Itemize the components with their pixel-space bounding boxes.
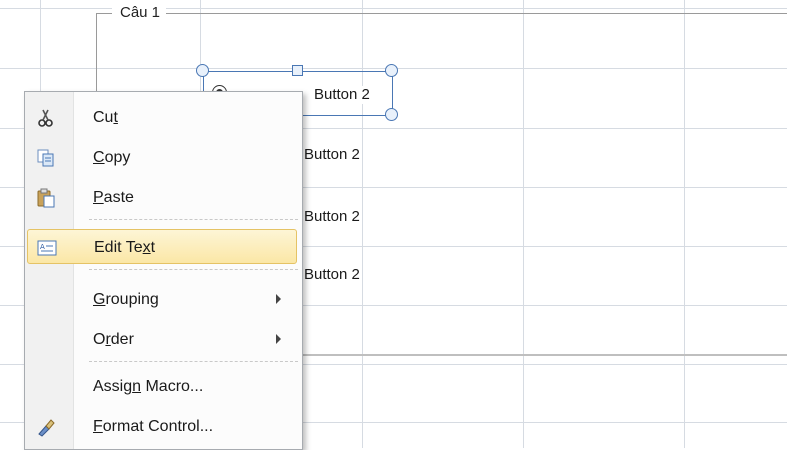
menu-item-edit-text[interactable]: A Edit Text [27,229,297,264]
context-menu: Cut Copy Paste A Edit Text Grouping Orde… [24,91,303,450]
option-button-label[interactable]: Button 2 [304,208,360,226]
menu-item-label: Copy [93,149,131,166]
paste-icon [36,188,56,208]
group-box-title[interactable]: Câu 1 [112,4,167,22]
menu-item-assign-macro[interactable]: Assign Macro... [27,369,297,404]
menu-item-label: Assign Macro... [93,378,204,395]
menu-separator [89,361,298,362]
resize-handle-top-left[interactable] [196,64,209,77]
submenu-arrow-icon [276,334,281,344]
menu-item-label: Order [93,331,134,348]
menu-item-cut[interactable]: Cut [27,100,297,135]
menu-item-format-control[interactable]: Format Control... [27,409,297,444]
resize-handle-top-right[interactable] [385,64,398,77]
resize-handle-bottom-right[interactable] [385,108,398,121]
selected-option-label[interactable]: Button 2 [312,86,372,104]
option-button-label[interactable]: Button 2 [304,266,360,284]
menu-item-paste[interactable]: Paste [27,180,297,215]
menu-item-grouping[interactable]: Grouping [27,282,297,317]
menu-item-label: Paste [93,189,134,206]
submenu-arrow-icon [276,294,281,304]
copy-icon [36,148,56,168]
menu-item-label: Grouping [93,291,159,308]
scissors-icon [36,108,56,128]
menu-item-order[interactable]: Order [27,322,297,357]
svg-text:A: A [40,243,45,251]
menu-item-label: Edit Text [94,239,156,256]
resize-handle-top[interactable] [292,65,303,76]
format-control-icon [36,417,56,437]
edit-text-icon: A [37,238,57,258]
option-button-label[interactable]: Button 2 [304,146,360,164]
menu-separator [89,269,298,270]
menu-item-label: Format Control... [93,418,214,435]
menu-item-label: Cut [93,109,118,126]
menu-item-copy[interactable]: Copy [27,140,297,175]
menu-separator [89,219,298,220]
